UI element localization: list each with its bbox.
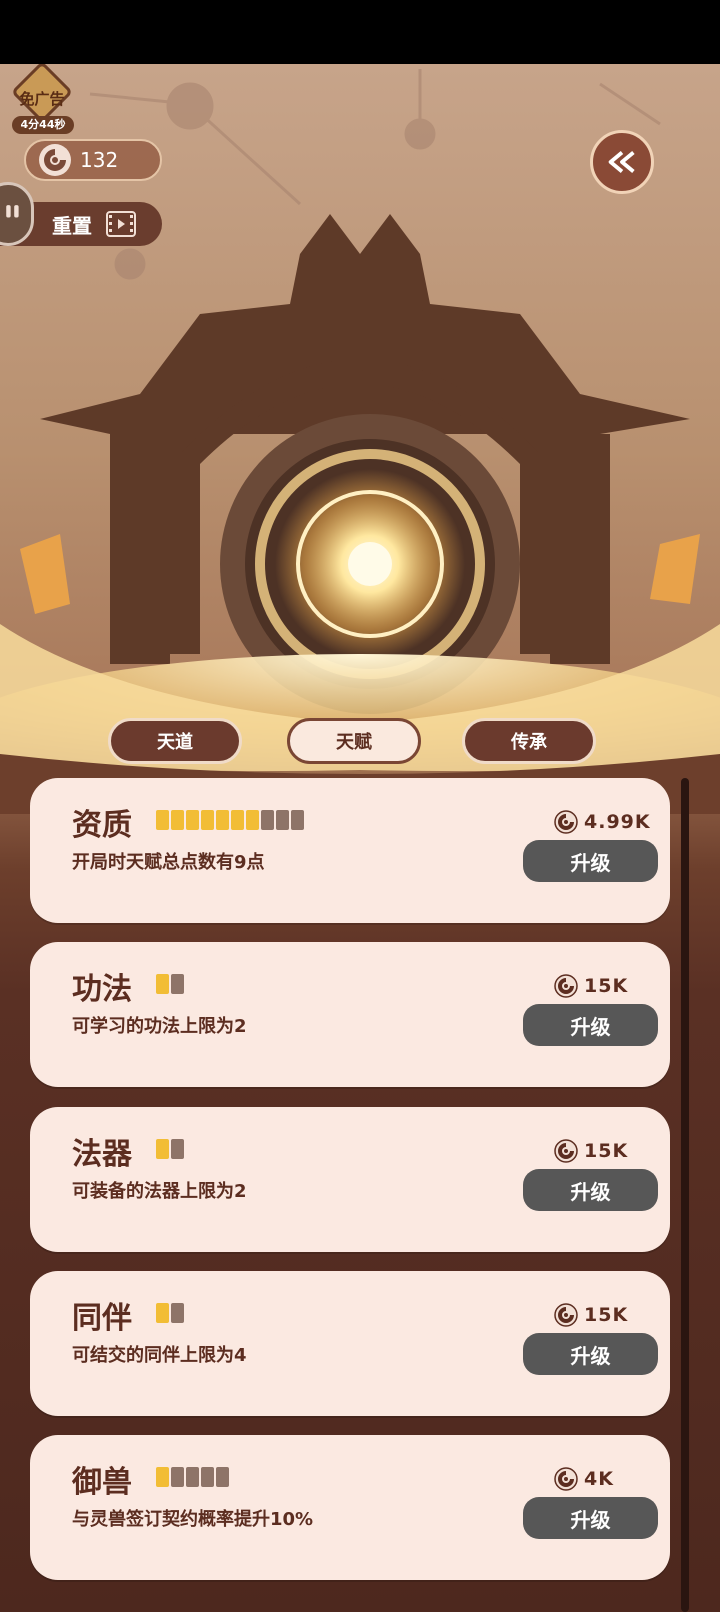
crystal-left bbox=[20, 534, 70, 614]
upgrade-button[interactable]: 升级 bbox=[523, 1333, 658, 1375]
tab-chuancheng[interactable]: 传承 bbox=[462, 718, 596, 764]
level-pip-filled bbox=[171, 810, 184, 830]
video-ad-icon bbox=[106, 211, 136, 237]
talent-level-pips bbox=[156, 1467, 229, 1487]
spirit-coin-icon bbox=[554, 810, 578, 834]
tab-label: 传承 bbox=[511, 732, 547, 753]
talent-title: 功法 bbox=[72, 972, 132, 1007]
level-pip-filled bbox=[156, 1139, 169, 1159]
level-pip-empty bbox=[261, 810, 274, 830]
level-pip-empty bbox=[186, 1467, 199, 1487]
tab-label: 天赋 bbox=[336, 732, 372, 753]
tab-label: 天道 bbox=[157, 732, 193, 753]
level-pip-filled bbox=[186, 810, 199, 830]
talent-level-pips bbox=[156, 1303, 184, 1323]
talent-level-pips bbox=[156, 1139, 184, 1159]
talent-description: 可结交的同伴上限为4 bbox=[72, 1345, 247, 1366]
talent-card: 御兽与灵兽签订契约概率提升10% 4K 升级 bbox=[30, 1435, 670, 1580]
spirit-coin-icon bbox=[39, 144, 71, 176]
talent-title: 同伴 bbox=[72, 1301, 132, 1336]
level-pip-empty bbox=[171, 974, 184, 994]
upgrade-cost-value: 15K bbox=[584, 975, 629, 997]
talent-screen: 免广告 4分44秒 132 重置 天道 天赋 传承 资质 开局时天赋总点数有9点… bbox=[0, 64, 720, 1612]
pause-bars-icon bbox=[6, 205, 19, 218]
talent-description: 开局时天赋总点数有9点 bbox=[72, 852, 265, 873]
currency-amount: 132 bbox=[80, 148, 119, 172]
upgrade-button[interactable]: 升级 bbox=[523, 1169, 658, 1211]
talent-card: 法器可装备的法器上限为2 15K 升级 bbox=[30, 1107, 670, 1252]
ad-free-label: 免广告 bbox=[19, 90, 65, 108]
reset-label: 重置 bbox=[52, 213, 92, 238]
talent-title: 御兽 bbox=[72, 1465, 132, 1500]
level-pip-filled bbox=[156, 1303, 169, 1323]
level-pip-filled bbox=[231, 810, 244, 830]
talent-title: 法器 bbox=[72, 1137, 132, 1172]
spirit-coin-icon bbox=[554, 974, 578, 998]
talent-level-pips bbox=[156, 810, 304, 830]
upgrade-cost-value: 4K bbox=[584, 1468, 614, 1490]
talent-card: 资质开局时天赋总点数有9点 4.99K 升级 bbox=[30, 778, 670, 923]
ad-free-timer: 4分44秒 bbox=[12, 116, 74, 134]
side-drawer-handle[interactable] bbox=[0, 182, 34, 246]
level-pip-filled bbox=[216, 810, 229, 830]
upgrade-cost-value: 4.99K bbox=[584, 811, 651, 833]
upgrade-cost: 15K bbox=[554, 974, 628, 998]
upgrade-button[interactable]: 升级 bbox=[523, 840, 658, 882]
level-pip-filled bbox=[246, 810, 259, 830]
spirit-coin-icon bbox=[554, 1467, 578, 1491]
talent-description: 可学习的功法上限为2 bbox=[72, 1016, 247, 1037]
spirit-coin-icon bbox=[554, 1303, 578, 1327]
level-pip-empty bbox=[171, 1467, 184, 1487]
back-button[interactable] bbox=[590, 130, 654, 194]
upgrade-cost-value: 15K bbox=[584, 1140, 629, 1162]
level-pip-filled bbox=[156, 1467, 169, 1487]
level-pip-filled bbox=[156, 810, 169, 830]
upgrade-cost-value: 15K bbox=[584, 1304, 629, 1326]
talent-description: 可装备的法器上限为2 bbox=[72, 1181, 247, 1202]
upgrade-cost: 15K bbox=[554, 1139, 628, 1163]
talent-card: 功法可学习的功法上限为2 15K 升级 bbox=[30, 942, 670, 1087]
talent-level-pips bbox=[156, 974, 184, 994]
upgrade-cost: 4K bbox=[554, 1467, 614, 1491]
double-chevron-left-icon bbox=[608, 151, 635, 173]
level-pip-empty bbox=[291, 810, 304, 830]
level-pip-empty bbox=[216, 1467, 229, 1487]
crystal-right bbox=[650, 534, 700, 604]
tab-tiandao[interactable]: 天道 bbox=[108, 718, 242, 764]
level-pip-empty bbox=[276, 810, 289, 830]
spirit-coin-icon bbox=[554, 1139, 578, 1163]
level-pip-empty bbox=[171, 1139, 184, 1159]
level-pip-filled bbox=[201, 810, 214, 830]
currency-display: 132 bbox=[24, 139, 162, 181]
talent-title: 资质 bbox=[72, 808, 132, 843]
scrollbar[interactable] bbox=[681, 778, 689, 1612]
level-pip-empty bbox=[201, 1467, 214, 1487]
ad-free-badge[interactable]: 免广告 4分44秒 bbox=[6, 64, 78, 134]
upgrade-button[interactable]: 升级 bbox=[523, 1497, 658, 1539]
level-pip-empty bbox=[171, 1303, 184, 1323]
upgrade-cost: 15K bbox=[554, 1303, 628, 1327]
talent-description: 与灵兽签订契约概率提升10% bbox=[72, 1509, 314, 1530]
level-pip-filled bbox=[156, 974, 169, 994]
talent-card: 同伴可结交的同伴上限为4 15K 升级 bbox=[30, 1271, 670, 1416]
upgrade-button[interactable]: 升级 bbox=[523, 1004, 658, 1046]
tab-tianfu[interactable]: 天赋 bbox=[287, 718, 421, 764]
tab-bar: 天道 天赋 传承 bbox=[0, 718, 720, 768]
upgrade-cost: 4.99K bbox=[554, 810, 651, 834]
